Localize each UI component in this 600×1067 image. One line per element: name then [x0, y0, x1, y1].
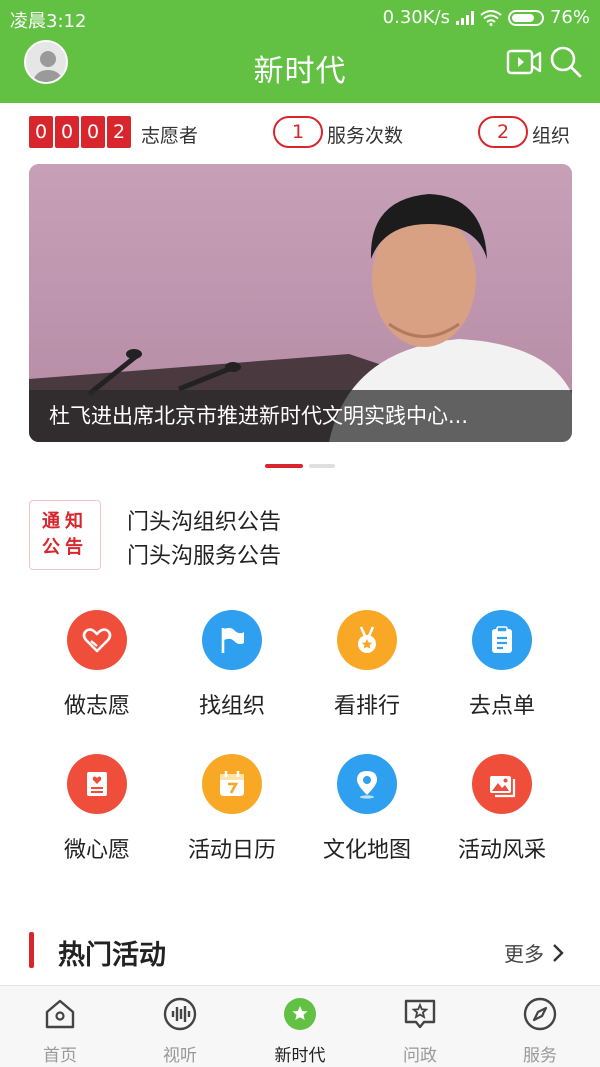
tab-home[interactable]: 首页	[0, 996, 120, 1066]
tab-label: 服务	[523, 1046, 557, 1066]
grid-label: 微心愿	[63, 838, 130, 863]
status-time: 凌晨3:12	[10, 11, 87, 32]
section-accent-bar	[29, 932, 34, 968]
flag-icon	[202, 610, 262, 670]
pagination-dot-active	[265, 464, 303, 468]
grid-label: 找组织	[198, 694, 265, 719]
volunteer-counter: 0 0 0 2	[29, 116, 131, 148]
grid-item-volunteer[interactable]: 做志愿	[29, 610, 165, 720]
network-speed: 0.30K/s	[382, 7, 450, 28]
star-icon	[284, 998, 316, 1030]
photos-icon	[472, 754, 532, 814]
notice-item[interactable]: 门头沟组织公告	[127, 504, 281, 536]
grid-item-order[interactable]: 去点单	[434, 610, 570, 720]
tab-inquiry[interactable]: 问政	[360, 996, 480, 1066]
grid-label: 文化地图	[322, 838, 411, 863]
calendar-icon	[202, 754, 262, 814]
service-count-badge: 1	[273, 116, 323, 148]
message-star-icon	[404, 999, 436, 1029]
home-icon	[45, 999, 75, 1029]
more-link[interactable]: 更多	[504, 938, 564, 967]
counter-digit: 2	[107, 116, 131, 148]
section-title: 热门活动	[58, 940, 166, 971]
heart-hands-icon	[67, 610, 127, 670]
org-count-badge: 2	[478, 116, 528, 148]
clipboard-icon	[472, 610, 532, 670]
grid-item-culture-map[interactable]: 文化地图	[299, 754, 435, 864]
video-icon[interactable]	[506, 44, 542, 80]
notice-item[interactable]: 门头沟服务公告	[127, 538, 281, 570]
tab-service[interactable]: 服务	[480, 996, 600, 1066]
wifi-icon	[480, 9, 502, 26]
banner-pagination	[265, 464, 335, 468]
more-label: 更多	[504, 942, 544, 966]
pagination-dot	[309, 464, 335, 468]
counter-digit: 0	[29, 116, 53, 148]
status-right: 0.30K/s 76%	[383, 7, 590, 28]
notice-badge: 通知 公告	[29, 500, 101, 570]
app-header: 新时代	[0, 34, 600, 103]
notice-badge-line2: 公告	[42, 537, 88, 558]
grid-label: 看排行	[333, 694, 400, 719]
search-icon[interactable]	[548, 44, 584, 80]
notice-badge-line1: 通知	[42, 511, 88, 532]
map-pin-icon	[337, 754, 397, 814]
grid-label: 去点单	[468, 694, 535, 719]
grid-item-calendar[interactable]: 活动日历	[164, 754, 300, 864]
banner-caption: 杜飞进出席北京市推进新时代文明实践中心...	[49, 404, 469, 428]
tab-label: 新时代	[274, 1046, 326, 1066]
compass-icon	[523, 997, 557, 1031]
tab-label: 视听	[163, 1046, 197, 1066]
grid-label: 做志愿	[63, 694, 130, 719]
top-bar: 凌晨3:12 0.30K/s 76% 新时代	[0, 0, 600, 103]
grid-label: 活动风采	[457, 838, 546, 863]
battery-icon	[507, 9, 544, 26]
grid-item-gallery[interactable]: 活动风采	[434, 754, 570, 864]
volunteers-label: 志愿者	[141, 125, 199, 147]
grid-item-find-org[interactable]: 找组织	[164, 610, 300, 720]
service-label: 服务次数	[327, 125, 404, 147]
tab-media[interactable]: 视听	[120, 996, 240, 1066]
battery-percent: 76%	[549, 7, 590, 28]
grid-label: 活动日历	[187, 838, 276, 863]
bottom-nav: 首页 视听 新时代 问政 服务	[0, 985, 600, 1067]
tab-label: 首页	[43, 1046, 77, 1066]
grid-item-wish[interactable]: 微心愿	[29, 754, 165, 864]
stats-row: 0 0 0 2 志愿者 1 服务次数 2 组织	[0, 112, 600, 154]
status-bar: 凌晨3:12 0.30K/s 76%	[0, 0, 600, 34]
news-banner[interactable]: 杜飞进出席北京市推进新时代文明实践中心...	[29, 164, 572, 442]
counter-digit: 0	[81, 116, 105, 148]
counter-digit: 0	[55, 116, 79, 148]
org-label: 组织	[532, 125, 571, 147]
chevron-right-icon	[553, 943, 564, 962]
audio-wave-icon	[163, 997, 197, 1031]
tab-label: 问政	[403, 1046, 437, 1066]
grid-item-ranking[interactable]: 看排行	[299, 610, 435, 720]
tab-new-era[interactable]: 新时代	[240, 996, 360, 1066]
signal-icon	[455, 10, 474, 25]
medal-icon	[337, 610, 397, 670]
wish-card-icon	[67, 754, 127, 814]
